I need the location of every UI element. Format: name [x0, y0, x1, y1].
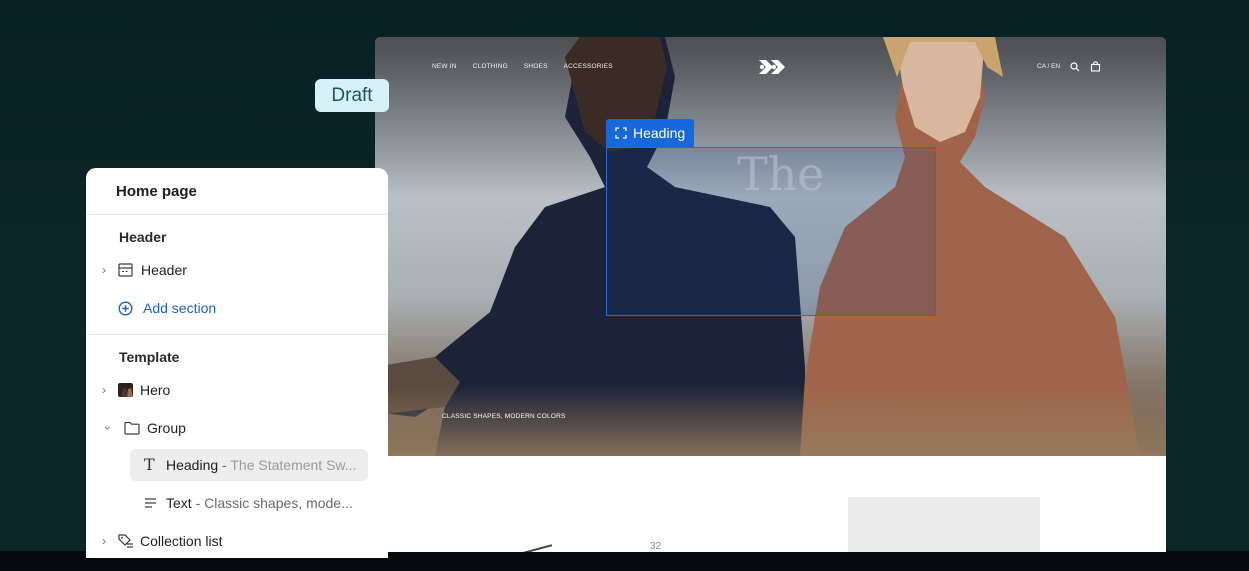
sidebar-item-label: Header [141, 262, 187, 278]
chevron-right-icon[interactable]: › [102, 534, 106, 548]
plus-circle-icon [118, 301, 133, 316]
text-item-preview: Classic shapes, mode... [204, 495, 353, 511]
header-group-label: Header [119, 229, 167, 245]
hero-caption: CLASSIC SHAPES, MODERN COLORS [442, 413, 566, 420]
sidebar-item-label: Group [147, 420, 186, 436]
store-utility-bar: CA / EN [1037, 61, 1101, 72]
folder-icon [124, 421, 140, 435]
page-title: Home page [116, 183, 197, 200]
sidebar-item-label: Hero [140, 382, 171, 398]
store-nav-new-in[interactable]: NEW IN [432, 63, 457, 70]
sidebar-item-label: Text - Classic shapes, mode... [166, 495, 353, 511]
separator: - [218, 457, 231, 473]
hero-ground [375, 386, 1166, 456]
page-number: 32 [650, 541, 662, 552]
store-lower-section: 32 [375, 456, 1166, 552]
image-thumbnail-icon [118, 383, 133, 397]
store-nav: NEW IN CLOTHING SHOES ACCESSORIES [432, 63, 613, 70]
chevron-right-icon[interactable]: › [102, 263, 106, 277]
selection-corners-icon [615, 127, 627, 139]
paragraph-icon [145, 498, 156, 508]
sidebar-item-heading[interactable]: T Heading - The Statement Sw... [86, 450, 388, 480]
sidebar-item-label: Collection list [140, 533, 223, 549]
divider [86, 214, 388, 215]
sidebar-item-hero[interactable]: › Hero [86, 375, 388, 405]
search-icon[interactable] [1070, 61, 1080, 72]
heading-item-name: Heading [166, 457, 219, 473]
hero-banner[interactable]: The NEW IN CLOTHING SHOES ACCESSORIES CA… [375, 37, 1166, 456]
add-section-label: Add section [143, 300, 217, 316]
editor-sidebar: Home page Header › Header Add section Te… [86, 168, 388, 558]
divider [86, 334, 388, 335]
decorative-stroke [522, 544, 554, 552]
store-logo-icon[interactable] [759, 59, 787, 75]
draft-badge: Draft [315, 79, 389, 112]
store-nav-clothing[interactable]: CLOTHING [473, 63, 508, 70]
sidebar-item-label: Heading - The Statement Sw... [166, 457, 356, 473]
sidebar-item-text[interactable]: Text - Classic shapes, mode... [86, 488, 388, 518]
chevron-right-icon[interactable]: › [102, 383, 106, 397]
header-layout-icon [118, 263, 133, 277]
store-nav-accessories[interactable]: ACCESSORIES [564, 63, 613, 70]
store-preview[interactable]: The NEW IN CLOTHING SHOES ACCESSORIES CA… [375, 37, 1166, 552]
cart-icon[interactable] [1090, 61, 1101, 72]
sidebar-item-group[interactable]: › Group [86, 413, 388, 443]
heading-selection-label: Heading [633, 125, 686, 141]
heading-selection-tag[interactable]: Heading [606, 119, 695, 147]
store-nav-shoes[interactable]: SHOES [524, 63, 548, 70]
text-type-icon: T [144, 455, 155, 474]
chevron-down-icon[interactable]: › [101, 426, 115, 430]
heading-item-preview: The Statement Sw... [230, 457, 357, 473]
template-group-label: Template [119, 349, 180, 365]
text-item-name: Text [166, 495, 192, 511]
sidebar-item-header[interactable]: › Header [86, 255, 388, 285]
store-locale-selector[interactable]: CA / EN [1037, 63, 1060, 70]
heading-selection-outline[interactable] [606, 147, 936, 316]
separator: - [191, 495, 205, 511]
collection-tags-icon [118, 534, 133, 548]
sidebar-item-collection-list[interactable]: › Collection list [86, 526, 388, 556]
add-section-button[interactable]: Add section [86, 293, 388, 323]
product-card-placeholder[interactable] [848, 497, 1040, 552]
